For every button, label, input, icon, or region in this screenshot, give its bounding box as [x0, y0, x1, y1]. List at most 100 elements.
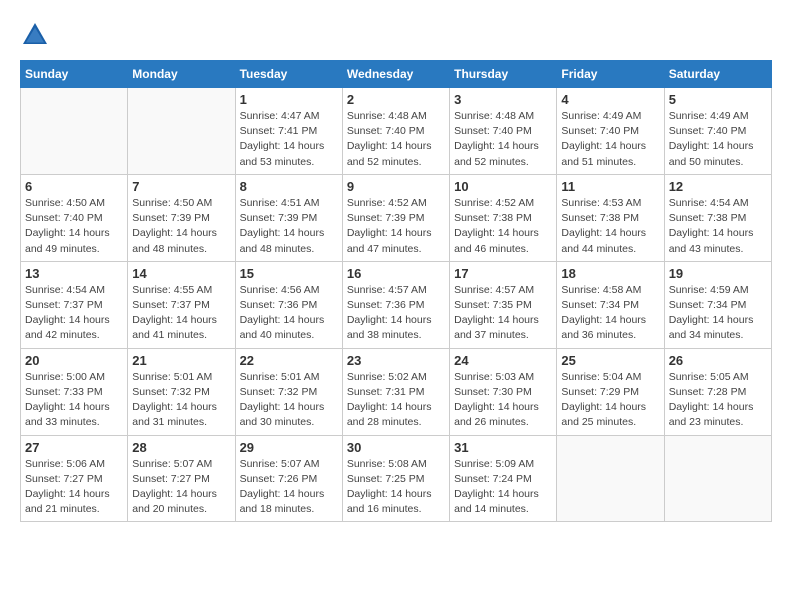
- logo-icon: [20, 20, 50, 50]
- day-number: 11: [561, 179, 659, 194]
- day-info: Sunrise: 5:06 AMSunset: 7:27 PMDaylight:…: [25, 457, 123, 518]
- calendar-cell: 16 Sunrise: 4:57 AMSunset: 7:36 PMDayligh…: [342, 261, 449, 348]
- day-number: 12: [669, 179, 767, 194]
- day-number: 24: [454, 353, 552, 368]
- day-info: Sunrise: 4:59 AMSunset: 7:34 PMDaylight:…: [669, 283, 767, 344]
- day-number: 5: [669, 92, 767, 107]
- calendar-dow-sunday: Sunday: [21, 61, 128, 88]
- day-number: 10: [454, 179, 552, 194]
- day-number: 22: [240, 353, 338, 368]
- calendar-cell: 27 Sunrise: 5:06 AMSunset: 7:27 PMDayligh…: [21, 435, 128, 522]
- calendar-cell: 5 Sunrise: 4:49 AMSunset: 7:40 PMDaylight…: [664, 88, 771, 175]
- day-info: Sunrise: 5:09 AMSunset: 7:24 PMDaylight:…: [454, 457, 552, 518]
- day-info: Sunrise: 4:52 AMSunset: 7:39 PMDaylight:…: [347, 196, 445, 257]
- calendar-cell: 30 Sunrise: 5:08 AMSunset: 7:25 PMDayligh…: [342, 435, 449, 522]
- day-number: 4: [561, 92, 659, 107]
- calendar-cell: 28Sunrise: 5:07 AMSunset: 7:27 PMDayligh…: [128, 435, 235, 522]
- calendar-cell: 21 Sunrise: 5:01 AMSunset: 7:32 PMDayligh…: [128, 348, 235, 435]
- calendar-cell: 6 Sunrise: 4:50 AMSunset: 7:40 PMDaylight…: [21, 174, 128, 261]
- day-number: 9: [347, 179, 445, 194]
- day-number: 28: [132, 440, 230, 455]
- day-number: 3: [454, 92, 552, 107]
- page-header: [20, 20, 772, 50]
- day-number: 30: [347, 440, 445, 455]
- logo: [20, 20, 54, 50]
- calendar-cell: 15Sunrise: 4:56 AMSunset: 7:36 PMDayligh…: [235, 261, 342, 348]
- calendar-cell: 1 Sunrise: 4:47 AMSunset: 7:41 PMDaylight…: [235, 88, 342, 175]
- day-info: Sunrise: 4:57 AMSunset: 7:35 PMDaylight:…: [454, 283, 552, 344]
- day-info: Sunrise: 4:57 AMSunset: 7:36 PMDaylight:…: [347, 283, 445, 344]
- day-info: Sunrise: 5:01 AMSunset: 7:32 PMDaylight:…: [240, 370, 338, 431]
- calendar-cell: 2 Sunrise: 4:48 AMSunset: 7:40 PMDaylight…: [342, 88, 449, 175]
- calendar-cell: 20 Sunrise: 5:00 AMSunset: 7:33 PMDayligh…: [21, 348, 128, 435]
- calendar-cell: 17 Sunrise: 4:57 AMSunset: 7:35 PMDayligh…: [450, 261, 557, 348]
- calendar-cell: 13 Sunrise: 4:54 AMSunset: 7:37 PMDayligh…: [21, 261, 128, 348]
- day-info: Sunrise: 5:07 AMSunset: 7:26 PMDaylight:…: [240, 457, 338, 518]
- calendar-cell: 31 Sunrise: 5:09 AMSunset: 7:24 PMDayligh…: [450, 435, 557, 522]
- day-info: Sunrise: 5:08 AMSunset: 7:25 PMDaylight:…: [347, 457, 445, 518]
- calendar-week-2: 6 Sunrise: 4:50 AMSunset: 7:40 PMDaylight…: [21, 174, 772, 261]
- day-number: 6: [25, 179, 123, 194]
- day-info: Sunrise: 4:47 AMSunset: 7:41 PMDaylight:…: [240, 109, 338, 170]
- day-info: Sunrise: 5:00 AMSunset: 7:33 PMDaylight:…: [25, 370, 123, 431]
- calendar-table: SundayMondayTuesdayWednesdayThursdayFrid…: [20, 60, 772, 522]
- calendar-cell: 25Sunrise: 5:04 AMSunset: 7:29 PMDayligh…: [557, 348, 664, 435]
- calendar-cell: [128, 88, 235, 175]
- calendar-dow-friday: Friday: [557, 61, 664, 88]
- calendar-cell: 29 Sunrise: 5:07 AMSunset: 7:26 PMDayligh…: [235, 435, 342, 522]
- day-number: 31: [454, 440, 552, 455]
- day-number: 13: [25, 266, 123, 281]
- day-info: Sunrise: 4:48 AMSunset: 7:40 PMDaylight:…: [454, 109, 552, 170]
- calendar-cell: 3 Sunrise: 4:48 AMSunset: 7:40 PMDaylight…: [450, 88, 557, 175]
- day-number: 21: [132, 353, 230, 368]
- day-number: 20: [25, 353, 123, 368]
- calendar-cell: 7Sunrise: 4:50 AMSunset: 7:39 PMDaylight…: [128, 174, 235, 261]
- day-number: 2: [347, 92, 445, 107]
- day-number: 18: [561, 266, 659, 281]
- calendar-week-3: 13 Sunrise: 4:54 AMSunset: 7:37 PMDayligh…: [21, 261, 772, 348]
- day-number: 25: [561, 353, 659, 368]
- calendar-cell: 11 Sunrise: 4:53 AMSunset: 7:38 PMDayligh…: [557, 174, 664, 261]
- day-info: Sunrise: 4:51 AMSunset: 7:39 PMDaylight:…: [240, 196, 338, 257]
- calendar-cell: 10 Sunrise: 4:52 AMSunset: 7:38 PMDayligh…: [450, 174, 557, 261]
- day-number: 17: [454, 266, 552, 281]
- calendar-cell: 4 Sunrise: 4:49 AMSunset: 7:40 PMDaylight…: [557, 88, 664, 175]
- calendar-dow-tuesday: Tuesday: [235, 61, 342, 88]
- day-info: Sunrise: 4:58 AMSunset: 7:34 PMDaylight:…: [561, 283, 659, 344]
- day-info: Sunrise: 4:53 AMSunset: 7:38 PMDaylight:…: [561, 196, 659, 257]
- day-number: 8: [240, 179, 338, 194]
- calendar-dow-wednesday: Wednesday: [342, 61, 449, 88]
- day-number: 27: [25, 440, 123, 455]
- day-info: Sunrise: 4:49 AMSunset: 7:40 PMDaylight:…: [561, 109, 659, 170]
- day-info: Sunrise: 4:54 AMSunset: 7:37 PMDaylight:…: [25, 283, 123, 344]
- day-info: Sunrise: 4:52 AMSunset: 7:38 PMDaylight:…: [454, 196, 552, 257]
- calendar-dow-thursday: Thursday: [450, 61, 557, 88]
- calendar-week-1: 1 Sunrise: 4:47 AMSunset: 7:41 PMDaylight…: [21, 88, 772, 175]
- calendar-header-row: SundayMondayTuesdayWednesdayThursdayFrid…: [21, 61, 772, 88]
- day-info: Sunrise: 4:48 AMSunset: 7:40 PMDaylight:…: [347, 109, 445, 170]
- calendar-cell: 9 Sunrise: 4:52 AMSunset: 7:39 PMDaylight…: [342, 174, 449, 261]
- day-info: Sunrise: 4:50 AMSunset: 7:40 PMDaylight:…: [25, 196, 123, 257]
- calendar-cell: [21, 88, 128, 175]
- day-number: 19: [669, 266, 767, 281]
- day-number: 15: [240, 266, 338, 281]
- day-info: Sunrise: 4:50 AMSunset: 7:39 PMDaylight:…: [132, 196, 230, 257]
- calendar-dow-saturday: Saturday: [664, 61, 771, 88]
- calendar-week-4: 20 Sunrise: 5:00 AMSunset: 7:33 PMDayligh…: [21, 348, 772, 435]
- day-number: 23: [347, 353, 445, 368]
- day-info: Sunrise: 4:55 AMSunset: 7:37 PMDaylight:…: [132, 283, 230, 344]
- calendar-cell: 23Sunrise: 5:02 AMSunset: 7:31 PMDayligh…: [342, 348, 449, 435]
- calendar-cell: 12 Sunrise: 4:54 AMSunset: 7:38 PMDayligh…: [664, 174, 771, 261]
- day-info: Sunrise: 4:49 AMSunset: 7:40 PMDaylight:…: [669, 109, 767, 170]
- calendar-cell: 26Sunrise: 5:05 AMSunset: 7:28 PMDayligh…: [664, 348, 771, 435]
- day-info: Sunrise: 5:03 AMSunset: 7:30 PMDaylight:…: [454, 370, 552, 431]
- calendar-cell: [557, 435, 664, 522]
- day-info: Sunrise: 5:05 AMSunset: 7:28 PMDaylight:…: [669, 370, 767, 431]
- day-number: 16: [347, 266, 445, 281]
- day-info: Sunrise: 5:01 AMSunset: 7:32 PMDaylight:…: [132, 370, 230, 431]
- calendar-week-5: 27 Sunrise: 5:06 AMSunset: 7:27 PMDayligh…: [21, 435, 772, 522]
- calendar-cell: 18 Sunrise: 4:58 AMSunset: 7:34 PMDayligh…: [557, 261, 664, 348]
- day-number: 29: [240, 440, 338, 455]
- day-number: 1: [240, 92, 338, 107]
- day-info: Sunrise: 4:54 AMSunset: 7:38 PMDaylight:…: [669, 196, 767, 257]
